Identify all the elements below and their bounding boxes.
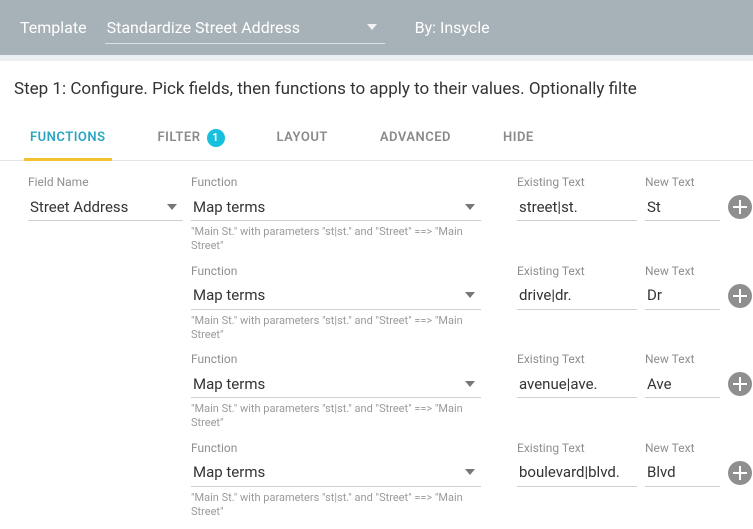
tab-hide-label: HIDE: [503, 130, 534, 145]
function-value: Map terms: [191, 198, 461, 216]
chevron-down-icon: [465, 469, 475, 475]
function-select[interactable]: Map terms: [191, 282, 481, 310]
field-name-select[interactable]: Street Address: [28, 193, 183, 221]
cell-add: [728, 352, 753, 396]
cell-new: New Text: [645, 264, 720, 310]
function-label: Function: [191, 352, 481, 366]
plus-icon: [733, 466, 747, 480]
tab-filter-label: FILTER: [158, 130, 201, 145]
new-text-input[interactable]: [645, 282, 720, 310]
new-text-label: New Text: [645, 441, 720, 455]
template-author: By: Insycle: [415, 18, 490, 37]
tab-filter-count: 1: [207, 129, 225, 147]
cell-new: New Text: [645, 352, 720, 398]
new-text-input[interactable]: [645, 370, 720, 398]
function-value: Map terms: [191, 375, 461, 393]
new-text-input[interactable]: [645, 459, 720, 487]
existing-text-input[interactable]: [517, 282, 637, 310]
cell-field: Field Name Street Address: [28, 175, 183, 221]
existing-text-input[interactable]: [517, 459, 637, 487]
function-label: Function: [191, 441, 481, 455]
field-name-label: Field Name: [28, 175, 183, 189]
cell-add: [728, 441, 753, 485]
function-hint: "Main St." with parameters "st|st." and …: [191, 402, 481, 431]
cell-function: Function Map terms "Main St." with param…: [191, 441, 481, 520]
tab-functions[interactable]: FUNCTIONS: [28, 115, 108, 160]
cell-existing: Existing Text: [517, 352, 637, 398]
app-header: Template Standardize Street Address By: …: [0, 0, 753, 55]
existing-text-label: Existing Text: [517, 352, 637, 366]
tab-advanced[interactable]: ADVANCED: [378, 115, 453, 160]
existing-text-label: Existing Text: [517, 264, 637, 278]
cell-existing: Existing Text: [517, 264, 637, 310]
tab-layout-label: LAYOUT: [277, 130, 328, 145]
cell-new: New Text: [645, 441, 720, 487]
new-text-input[interactable]: [645, 193, 720, 221]
chevron-down-icon: [465, 381, 475, 387]
function-select[interactable]: Map terms: [191, 193, 481, 221]
function-value: Map terms: [191, 286, 461, 304]
function-value: Map terms: [191, 463, 461, 481]
chevron-down-icon: [465, 204, 475, 210]
plus-icon: [733, 377, 747, 391]
template-label: Template: [20, 18, 87, 37]
add-row-button[interactable]: [728, 372, 752, 396]
cell-function: Function Map terms "Main St." with param…: [191, 175, 481, 254]
tab-advanced-label: ADVANCED: [380, 130, 451, 145]
config-row: Function Map terms "Main St." with param…: [28, 441, 739, 520]
tabs-bar: FUNCTIONS FILTER 1 LAYOUT ADVANCED HIDE: [0, 115, 753, 161]
tab-filter[interactable]: FILTER 1: [156, 115, 227, 160]
step-description: Step 1: Configure. Pick fields, then fun…: [0, 55, 753, 115]
field-name-value: Street Address: [28, 198, 163, 216]
new-text-label: New Text: [645, 264, 720, 278]
cell-new: New Text: [645, 175, 720, 221]
chevron-down-icon: [167, 204, 177, 210]
existing-text-label: Existing Text: [517, 441, 637, 455]
existing-text-input[interactable]: [517, 193, 637, 221]
config-grid: Field Name Street Address Function Map t…: [0, 161, 753, 529]
add-row-button[interactable]: [728, 195, 752, 219]
tab-functions-label: FUNCTIONS: [30, 130, 106, 145]
function-select[interactable]: Map terms: [191, 370, 481, 398]
existing-text-label: Existing Text: [517, 175, 637, 189]
cell-function: Function Map terms "Main St." with param…: [191, 352, 481, 431]
cell-existing: Existing Text: [517, 175, 637, 221]
function-hint: "Main St." with parameters "st|st." and …: [191, 491, 481, 520]
chevron-down-icon: [465, 292, 475, 298]
cell-add: [728, 264, 753, 308]
function-hint: "Main St." with parameters "st|st." and …: [191, 225, 481, 254]
tab-layout[interactable]: LAYOUT: [275, 115, 330, 160]
config-row: Function Map terms "Main St." with param…: [28, 264, 739, 343]
add-row-button[interactable]: [728, 461, 752, 485]
function-label: Function: [191, 264, 481, 278]
cell-function: Function Map terms "Main St." with param…: [191, 264, 481, 343]
add-row-button[interactable]: [728, 284, 752, 308]
function-label: Function: [191, 175, 481, 189]
config-row: Field Name Street Address Function Map t…: [28, 175, 739, 254]
existing-text-input[interactable]: [517, 370, 637, 398]
new-text-label: New Text: [645, 175, 720, 189]
function-select[interactable]: Map terms: [191, 459, 481, 487]
plus-icon: [733, 200, 747, 214]
config-row: Function Map terms "Main St." with param…: [28, 352, 739, 431]
chevron-down-icon: [367, 24, 377, 30]
cell-add: [728, 175, 753, 219]
tab-hide[interactable]: HIDE: [501, 115, 536, 160]
plus-icon: [733, 289, 747, 303]
template-select-value: Standardize Street Address: [107, 18, 363, 37]
cell-existing: Existing Text: [517, 441, 637, 487]
template-select[interactable]: Standardize Street Address: [105, 12, 385, 44]
new-text-label: New Text: [645, 352, 720, 366]
function-hint: "Main St." with parameters "st|st." and …: [191, 314, 481, 343]
